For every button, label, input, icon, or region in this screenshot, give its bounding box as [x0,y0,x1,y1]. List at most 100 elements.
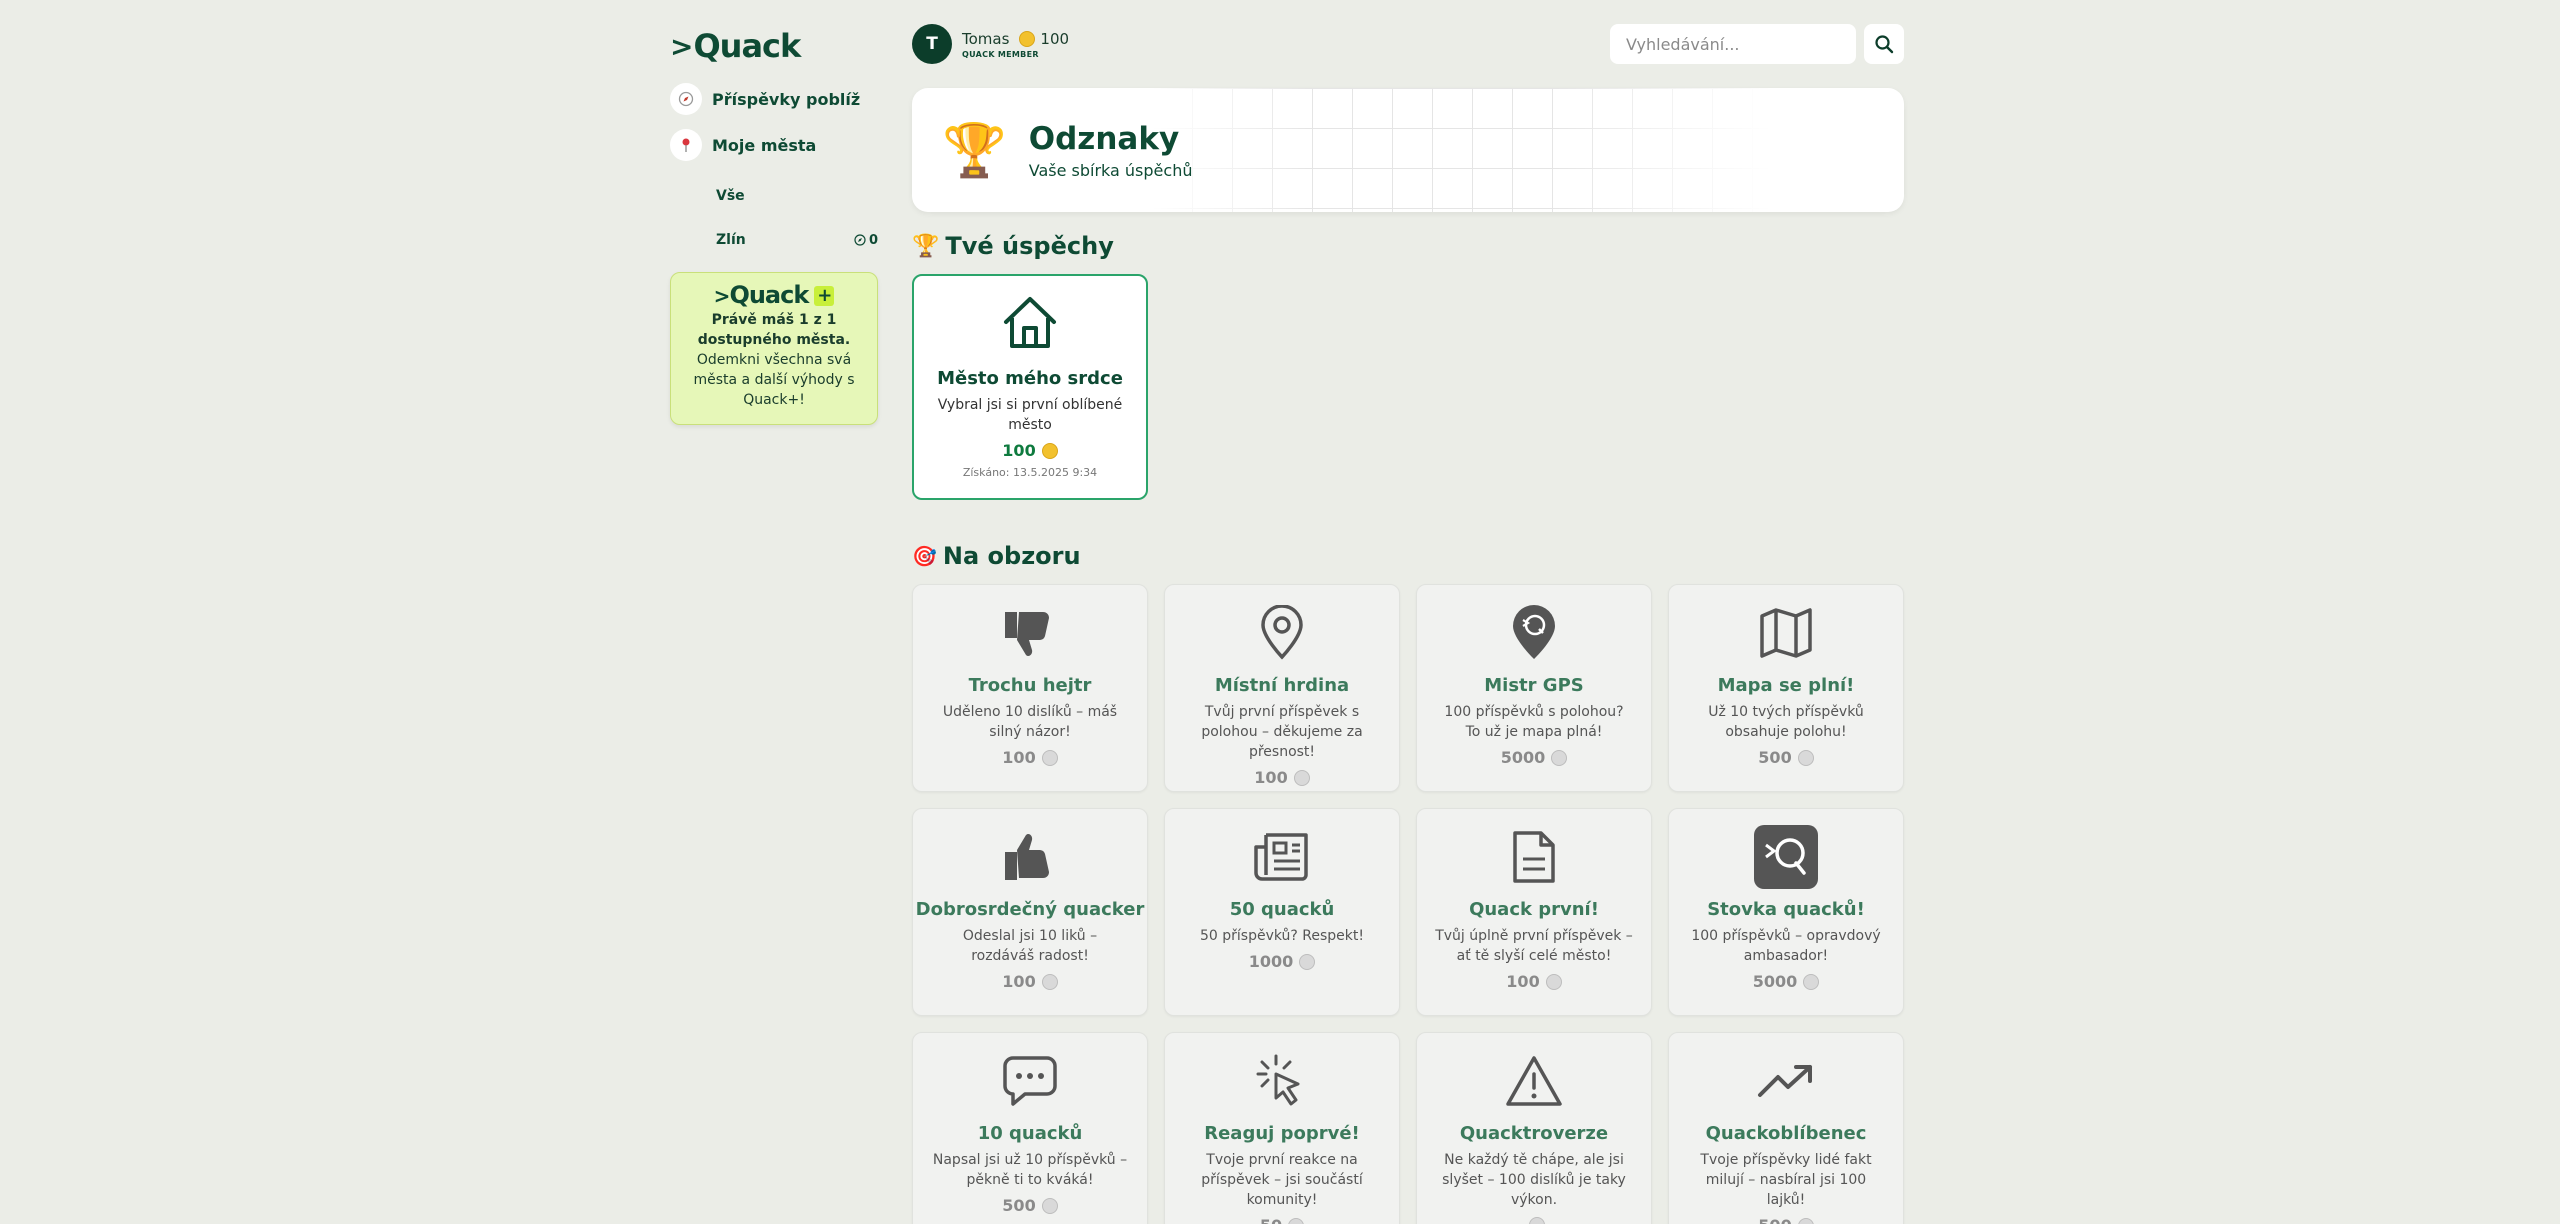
city-filter-all[interactable]: Vše [670,174,878,218]
search-input[interactable] [1610,24,1856,64]
badge-card[interactable]: Dobrosrdečný quacker Odeslal jsi 10 liků… [912,808,1148,1016]
section-earned-heading: 🏆 Tvé úspěchy [912,232,1904,260]
search-icon [1875,35,1894,54]
badge-points-value: 500 [1758,748,1792,767]
badge-card[interactable]: Quacktroverze Ne každý tě chápe, ale jsi… [1416,1032,1652,1224]
badge-title: Quackoblíbenec [1705,1123,1867,1144]
badge-description: Tvůj první příspěvek s polohou – děkujem… [1201,704,1363,760]
badge-description: Ne každý tě chápe, ale jsi slyšet – 100 … [1442,1152,1626,1208]
badge-points: 100 [1002,972,1058,991]
top-bar: T Tomas 100 QUACK MEMBER [912,22,1904,66]
promo-text: Odemkni všechna svá města a další výhody… [693,352,855,408]
coin-icon [1288,1217,1305,1224]
promo-logo-text: Quack [729,281,809,309]
badge-card[interactable]: Quackoblíbenec Tvoje příspěvky lidé fakt… [1668,1032,1904,1224]
coin-icon [1019,30,1036,47]
newspaper-icon [1165,829,1399,885]
badge-points-value: 100 [1002,972,1036,991]
city-label: Vše [716,188,745,204]
badge-title: 50 quacků [1229,899,1335,920]
badge-description: Vybral jsi si první oblíbené město [937,397,1123,433]
badge-title: Quacktroverze [1459,1123,1609,1144]
badge-points-value: 500 [1758,1216,1791,1224]
badge-points-value: 5000 [1752,972,1798,991]
badge-points-value: 100 [1002,441,1036,460]
section-title: Tvé úspěchy [945,232,1114,260]
badge-description: 100 příspěvků – opravdový ambasador! [1691,928,1881,964]
city-label: Zlín [716,232,746,248]
compass-small-icon [854,234,866,246]
city-filter-zlin[interactable]: Zlín 0 [670,218,878,262]
badge-card[interactable]: Mapa se plní! Už 10 tvých příspěvků obsa… [1668,584,1904,792]
page-title: Odznaky [1028,120,1180,157]
badge-card[interactable]: 50 quacků 50 příspěvků? Respekt! 1000 [1164,808,1400,1016]
badge-points-value: 50 [1260,1216,1282,1224]
badge-description: 100 příspěvků s polohou? To už je mapa p… [1444,704,1624,740]
badge-points [1523,1217,1545,1224]
coin-icon [1041,1197,1058,1214]
badge-description: Tvoje první reakce na příspěvek – jsi so… [1201,1152,1363,1208]
badge-points: 1000 [1249,952,1316,971]
badge-title: Místní hrdina [1214,675,1350,696]
sidebar-item-label: Příspěvky poblíž [712,89,861,109]
quack-logo[interactable]: > Quack [670,22,878,70]
coin-icon [1041,973,1058,990]
badge-points: 500 [1002,1196,1058,1215]
compass-icon [670,83,702,115]
coin-icon [1299,953,1316,970]
user-role: QUACK MEMBER [962,49,1039,59]
section-title: Na obzoru [942,542,1081,570]
badge-description: Tvůj úplně první příspěvek – ať tě slyší… [1435,928,1633,964]
coin-icon [1041,442,1058,459]
badge-points: 100 [1002,441,1058,460]
badge-card[interactable]: Trochu hejtr Uděleno 10 dislíků – máš si… [912,584,1148,792]
coin-icon [1041,749,1058,766]
upcoming-badges-grid: Trochu hejtr Uděleno 10 dislíků – máš si… [912,584,1904,1224]
avatar[interactable]: T [912,24,952,64]
sidebar-item-nearby-posts[interactable]: Příspěvky poblíž [670,82,878,116]
earned-badge-card[interactable]: Město mého srdce Vybral jsi si první obl… [912,274,1148,500]
page-subtitle: Vaše sbírka úspěchů [1028,160,1193,180]
city-count-value: 0 [868,232,878,248]
quack-pin-icon [1417,605,1651,661]
quack-plus-promo[interactable]: >Quack + Právě máš 1 z 1 dostupného měst… [670,272,878,425]
badge-title: Dobrosrdečný quacker [915,899,1145,920]
coin-balance-value: 100 [1040,29,1070,48]
badges-header: 🏆 Odznaky Vaše sbírka úspěchů [912,88,1904,212]
logo-chevron: > [670,29,693,63]
badge-points: 500 [1758,1216,1814,1224]
badge-title: Trochu hejtr [968,675,1092,696]
sidebar-item-my-cities[interactable]: Moje města [670,128,878,162]
badge-points: 5000 [1753,972,1820,991]
badge-title: Reaguj poprvé! [1204,1123,1360,1144]
search-button[interactable] [1864,24,1904,64]
badge-card[interactable]: Quack první! Tvůj úplně první příspěvek … [1416,808,1652,1016]
city-post-count: 0 [854,233,878,248]
badge-title: Quack první! [1469,899,1599,920]
badge-points-value: 1000 [1248,952,1294,971]
badge-card[interactable]: Mistr GPS 100 příspěvků s polohou? To už… [1416,584,1652,792]
coin-icon [1797,1217,1814,1224]
badge-title: Město mého srdce [937,368,1123,389]
badge-card[interactable]: Stovka quacků! 100 příspěvků – opravdový… [1668,808,1904,1016]
badge-card[interactable]: 10 quacků Napsal jsi už 10 příspěvků – p… [912,1032,1148,1224]
coin-icon [1529,1217,1545,1224]
badge-points-value: 5000 [1500,748,1546,767]
plus-icon: + [814,285,835,306]
coin-icon [1293,769,1310,786]
sidebar-item-label: Moje města [712,135,817,155]
badge-card[interactable]: Místní hrdina Tvůj první příspěvek s pol… [1164,584,1400,792]
user-profile[interactable]: T Tomas 100 QUACK MEMBER [912,24,1069,64]
search-bar [1610,24,1904,64]
badge-description: Napsal jsi už 10 příspěvků – pěkně ti to… [932,1152,1128,1188]
location-pin-icon [1165,605,1399,661]
trending-up-icon [1669,1053,1903,1109]
thumbs-down-icon [913,605,1147,661]
badge-points: 5000 [1501,748,1568,767]
badge-description: Už 10 tvých příspěvků obsahuje polohu! [1708,704,1864,740]
badge-points: 100 [1002,748,1058,767]
map-icon [1669,605,1903,661]
badge-card[interactable]: Reaguj poprvé! Tvoje první reakce na pří… [1164,1032,1400,1224]
badge-points: 100 [1254,768,1310,787]
badge-points-value: 500 [1002,1196,1036,1215]
